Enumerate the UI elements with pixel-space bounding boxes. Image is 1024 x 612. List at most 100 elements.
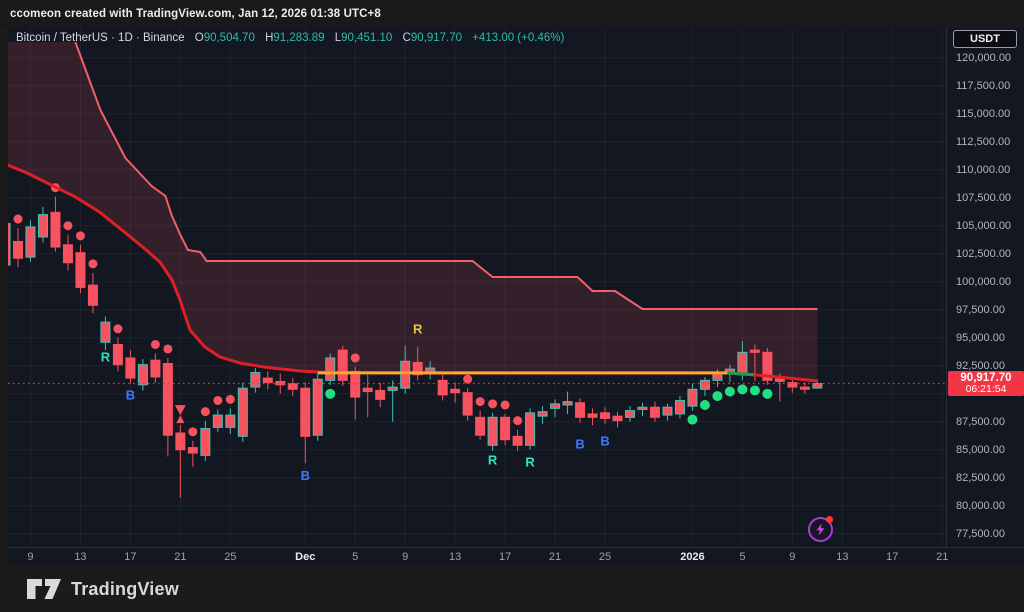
high-value: 91,283.89 [273, 32, 324, 44]
time-axis[interactable]: 913172125Dec5913172125202659131721 [8, 547, 1024, 565]
candle-body [113, 345, 122, 365]
sell-dot [76, 231, 85, 240]
price-tick-label: 117,500.00 [956, 80, 1010, 92]
candle-body [338, 350, 347, 380]
candle-body [226, 415, 235, 427]
sell-dot [476, 397, 485, 406]
candle-body [76, 253, 85, 288]
bar-countdown: 06:21:54 [948, 384, 1024, 395]
signal-letter: B [301, 468, 310, 483]
candle-body [438, 380, 447, 395]
open-label: O [195, 32, 204, 44]
candle-body [213, 415, 222, 427]
candle-body [38, 215, 47, 237]
tradingview-logo[interactable] [26, 576, 62, 602]
signal-letter: B [600, 433, 609, 448]
price-tick-label: 95,000.00 [956, 332, 1005, 344]
price-tick-label: 105,000.00 [956, 220, 1011, 232]
candle-body [188, 448, 197, 454]
candle-body [8, 224, 10, 265]
candle-body [638, 407, 647, 409]
close-value: 90,917.70 [411, 32, 462, 44]
price-tick-label: 80,000.00 [956, 500, 1005, 512]
candle-body [700, 380, 709, 389]
candle-body [463, 393, 472, 415]
time-tick-label: 17 [124, 551, 136, 563]
candle-body [238, 388, 247, 436]
candle-body [313, 379, 322, 435]
candle-body [738, 352, 747, 374]
price-tick-label: 110,000.00 [956, 164, 1010, 176]
sell-dot [88, 259, 97, 268]
price-axis[interactable]: USDT 90,917.70 06:21:54 120,000.00117,50… [946, 28, 1024, 547]
time-tick-label: 2026 [680, 551, 704, 563]
candle-body [563, 402, 572, 405]
signal-letter: R [488, 452, 498, 467]
sell-dot [151, 340, 160, 349]
time-tick-label: 17 [886, 551, 898, 563]
candle-body [675, 401, 684, 414]
sell-dot [163, 344, 172, 353]
buy-dot [725, 387, 735, 397]
candle-body [613, 416, 622, 420]
candle-body [126, 358, 135, 378]
time-tick-label: 13 [449, 551, 461, 563]
open-value: 90,504.70 [204, 32, 255, 44]
candle-body [551, 404, 560, 408]
signal-letter: R [101, 349, 111, 364]
pattern-marker-bottom [176, 415, 184, 423]
symbol-legend[interactable]: Bitcoin / TetherUS · 1D · Binance O90,50… [16, 32, 564, 44]
candle-body [326, 358, 335, 380]
buy-dot [712, 391, 722, 401]
candle-body [576, 403, 585, 418]
candle-body [26, 227, 35, 257]
candle-body [588, 414, 597, 417]
candle-body [351, 371, 360, 397]
buy-dot [687, 415, 697, 425]
symbol-title[interactable]: Bitcoin / TetherUS · 1D · Binance [16, 32, 185, 44]
supertrend-line-green [727, 373, 753, 375]
signal-letter: B [575, 437, 584, 452]
sell-dot [501, 400, 510, 409]
candle-body [663, 407, 672, 415]
price-tick-label: 82,500.00 [956, 472, 1005, 484]
notification-dot [826, 516, 833, 523]
buy-dot [737, 384, 747, 394]
candle-body [101, 322, 110, 342]
candle-body [388, 387, 397, 390]
time-tick-label: 21 [936, 551, 948, 563]
candle-body [476, 417, 485, 435]
sell-dot [488, 399, 497, 408]
candle-body [13, 241, 22, 258]
price-tick-label: 77,500.00 [956, 528, 1005, 540]
sell-dot [13, 215, 22, 224]
magic-ai-button[interactable] [808, 517, 833, 542]
candle-body [800, 387, 809, 389]
price-tick-label: 97,500.00 [956, 304, 1005, 316]
sell-dot [113, 324, 122, 333]
candle-body [488, 417, 497, 445]
candle-body [650, 407, 659, 417]
candle-body [51, 212, 60, 247]
candle-body [138, 365, 147, 385]
currency-toggle-button[interactable]: USDT [953, 30, 1017, 48]
buy-dot [325, 389, 335, 399]
close-label: C [403, 32, 411, 44]
candle-body [401, 361, 410, 388]
candle-body [376, 390, 385, 399]
brand-name[interactable]: TradingView [71, 579, 179, 600]
low-value: 90,451.10 [341, 32, 392, 44]
candle-body [263, 378, 272, 382]
time-tick-label: 5 [739, 551, 745, 563]
candle-body [750, 350, 759, 352]
chart-widget[interactable]: Bitcoin / TetherUS · 1D · Binance O90,50… [8, 28, 1024, 565]
time-tick-label: 25 [224, 551, 236, 563]
price-tick-label: 85,000.00 [956, 444, 1005, 456]
candle-body [713, 374, 722, 381]
candle-body [251, 373, 260, 388]
chart-pane[interactable]: RBBRRRBB [8, 28, 946, 547]
change-value: +413.00 (+0.46%) [472, 32, 564, 44]
pattern-marker-top [175, 405, 186, 415]
price-tick-label: 120,000.00 [956, 52, 1011, 64]
price-tick-label: 115,000.00 [956, 108, 1010, 120]
